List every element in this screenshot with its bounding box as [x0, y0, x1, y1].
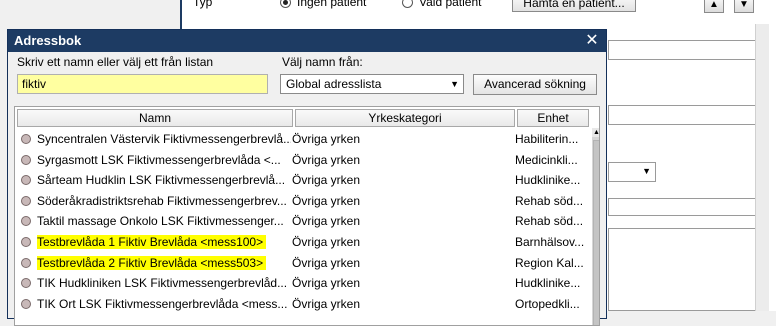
background-scrollbar[interactable] — [755, 24, 769, 311]
row-category: Övriga yrken — [292, 255, 361, 270]
row-name: TIK Ort LSK Fiktivmessengerbrevlåda <mes… — [37, 296, 288, 311]
background-dropdown[interactable]: ▼ — [608, 162, 656, 182]
row-name: Taktil massage Onkolo LSK Fiktivmessenge… — [37, 214, 284, 229]
row-name: Söderåkradistriktsrehab Fiktivmessengerb… — [37, 193, 287, 208]
table-row[interactable]: Syrgasmott LSK Fiktivmessengerbrevlåda <… — [15, 150, 591, 171]
table-row[interactable]: TIK Hudkliniken LSK Fiktivmessengerbrevl… — [15, 273, 591, 294]
status-dot-icon — [21, 134, 31, 144]
status-dot-icon — [21, 195, 31, 206]
table-row[interactable]: Syncentralen Västervik Fiktivmessengerbr… — [15, 129, 591, 150]
table-scrollbar[interactable]: ▲ — [592, 128, 599, 325]
row-category: Övriga yrken — [292, 214, 361, 229]
column-header-name[interactable]: Namn — [17, 109, 293, 127]
move-up-button[interactable]: ▲ — [704, 0, 724, 13]
dialog-titlebar[interactable]: Adressbok ✕ — [8, 30, 606, 52]
source-select-value: Global adresslista — [286, 77, 382, 91]
table-row[interactable]: Sårteam Hudklin LSK Fiktivmessengerbrevl… — [15, 170, 591, 191]
status-dot-icon — [21, 216, 31, 227]
row-category: Övriga yrken — [292, 193, 361, 208]
row-unit: Habiliterin... — [515, 132, 579, 146]
radio-no-patient-label: Ingen patient — [297, 0, 367, 9]
background-field-1[interactable] — [608, 40, 756, 60]
status-dot-icon — [21, 298, 31, 309]
row-name: Syrgasmott LSK Fiktivmessengerbrevlåda <… — [37, 152, 281, 167]
column-header-category[interactable]: Yrkeskategori — [295, 109, 515, 127]
row-category: Övriga yrken — [292, 132, 361, 146]
status-dot-icon — [21, 278, 31, 289]
address-book-dialog: Adressbok ✕ Skriv ett namn eller välj et… — [7, 29, 607, 326]
status-dot-icon — [21, 154, 31, 165]
row-name-highlighted: Testbrevlåda 2 Fiktiv Brevlåda <mess503> — [37, 253, 291, 274]
close-icon[interactable]: ✕ — [584, 30, 600, 52]
chevron-down-icon: ▼ — [450, 79, 459, 89]
row-category: Övriga yrken — [292, 173, 361, 188]
arrow-up-icon: ▲ — [709, 0, 719, 10]
row-name: Sårteam Hudklin LSK Fiktivmessengerbrevl… — [37, 173, 286, 188]
radio-unchecked-icon[interactable] — [402, 0, 413, 8]
row-unit: Barnhälsov... — [515, 234, 585, 249]
highlight-mark: Testbrevlåda 1 Fiktiv Brevlåda <mess100> — [37, 234, 267, 249]
source-select[interactable]: Global adresslista ▼ — [280, 74, 464, 94]
dialog-title: Adressbok — [14, 33, 82, 48]
search-input[interactable] — [17, 74, 268, 94]
row-unit: Ortopedkli... — [515, 296, 580, 311]
move-down-button[interactable]: ▼ — [734, 0, 754, 13]
row-unit: Hudklinike... — [515, 173, 581, 188]
table-body: Syncentralen Västervik Fiktivmessengerbr… — [15, 129, 591, 314]
row-unit: Hudklinike... — [515, 276, 581, 291]
row-unit: Region Kal... — [515, 255, 584, 270]
scroll-up-icon[interactable]: ▲ — [592, 128, 599, 137]
table-row[interactable]: Söderåkradistriktsrehab Fiktivmessengerb… — [15, 191, 591, 212]
source-label: Välj namn från: — [282, 55, 363, 69]
row-category: Övriga yrken — [292, 234, 361, 249]
radio-selected-patient[interactable]: Vald patient — [402, 0, 482, 9]
row-category: Övriga yrken — [292, 296, 361, 311]
table-row[interactable]: Taktil massage Onkolo LSK Fiktivmessenge… — [15, 211, 591, 232]
row-unit: Rehab söd... — [515, 214, 584, 229]
radio-no-patient[interactable]: Ingen patient — [280, 0, 366, 9]
row-category: Övriga yrken — [292, 276, 361, 291]
row-name: TIK Hudkliniken LSK Fiktivmessengerbrevl… — [37, 276, 288, 291]
table-row[interactable]: TIK Ort LSK Fiktivmessengerbrevlåda <mes… — [15, 294, 591, 315]
table-row[interactable]: Testbrevlåda 1 Fiktiv Brevlåda <mess100>… — [15, 232, 591, 253]
background-field-3[interactable] — [608, 198, 756, 216]
type-label: Typ — [193, 0, 213, 9]
arrow-down-icon: ▼ — [739, 0, 749, 10]
background-textarea[interactable] — [608, 228, 756, 311]
row-name-highlighted: Testbrevlåda 1 Fiktiv Brevlåda <mess100> — [37, 232, 291, 253]
status-dot-icon — [21, 257, 31, 268]
column-header-unit[interactable]: Enhet — [517, 109, 589, 127]
status-dot-icon — [21, 175, 31, 186]
highlight-mark: Testbrevlåda 2 Fiktiv Brevlåda <mess503> — [37, 255, 267, 270]
radio-checked-icon[interactable] — [280, 0, 291, 8]
fetch-patient-button[interactable]: Hämta en patient... — [512, 0, 636, 12]
radio-selected-patient-label: Vald patient — [419, 0, 482, 9]
contacts-table: Namn Yrkeskategori Enhet Syncentralen Vä… — [14, 106, 600, 326]
chevron-down-icon: ▼ — [642, 166, 651, 176]
status-dot-icon — [21, 236, 31, 247]
scrollbar-thumb[interactable] — [593, 140, 599, 325]
table-row[interactable]: Testbrevlåda 2 Fiktiv Brevlåda <mess503>… — [15, 253, 591, 274]
table-header: Namn Yrkeskategori Enhet — [17, 109, 591, 127]
row-category: Övriga yrken — [292, 152, 361, 167]
background-field-2[interactable] — [608, 105, 756, 125]
search-label: Skriv ett namn eller välj ett från lista… — [17, 55, 214, 69]
row-unit: Medicinkli... — [515, 152, 578, 167]
row-name: Syncentralen Västervik Fiktivmessengerbr… — [37, 132, 291, 146]
row-unit: Rehab söd... — [515, 193, 584, 208]
advanced-search-button[interactable]: Avancerad sökning — [473, 74, 597, 95]
